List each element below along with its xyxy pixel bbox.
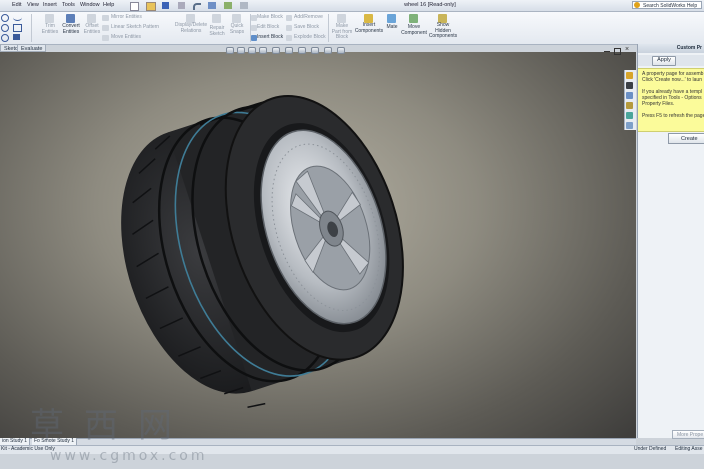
status-editing: Editing Asse <box>675 446 703 452</box>
custom-properties-panel: Custom Pr Apply A property page for asse… <box>637 44 704 439</box>
edit-block-button[interactable]: Edit Block <box>257 24 279 31</box>
previous-view-icon[interactable] <box>248 47 256 54</box>
ribbon-separator <box>31 14 32 42</box>
menu-help[interactable]: Help <box>103 1 114 10</box>
watermark-url: www.cgmox.com <box>50 448 208 464</box>
zoom-to-fit-icon[interactable] <box>226 47 234 54</box>
move-component-button[interactable]: Move Component <box>399 24 429 36</box>
linear-pattern-icon <box>102 25 109 31</box>
mirror-entities-icon <box>102 15 109 21</box>
undo-icon[interactable] <box>193 3 201 10</box>
help-search-icon <box>634 2 640 8</box>
resources-icon[interactable] <box>626 82 633 89</box>
menu-window[interactable]: Window <box>80 1 100 10</box>
tab-motion-study[interactable]: ion Study 1 <box>0 438 31 445</box>
task-pane-tabs <box>624 70 636 130</box>
add-remove-icon <box>286 15 292 21</box>
repair-sketch-icon <box>212 14 221 23</box>
offset-entities-button[interactable]: Offset Entities <box>80 23 104 35</box>
view-palette-icon[interactable] <box>626 112 633 119</box>
quick-snaps-icon <box>232 14 241 23</box>
note-line: Click 'Create now...' to laun <box>642 77 702 83</box>
insert-components-button[interactable]: Insert Components <box>353 22 385 34</box>
offset-entities-icon <box>87 14 96 23</box>
design-library-icon[interactable] <box>626 92 633 99</box>
open-folder-icon[interactable] <box>146 2 156 11</box>
linear-sketch-pattern-button[interactable]: Linear Sketch Pattern <box>111 24 159 31</box>
show-hidden-components-button[interactable]: Show Hidden Components <box>428 22 458 40</box>
mirror-entities-button[interactable]: Mirror Entities <box>111 14 142 21</box>
convert-entities-icon <box>66 14 75 23</box>
circle-icon[interactable] <box>1 14 9 22</box>
save-block-button[interactable]: Save Block <box>294 24 319 31</box>
hide-show-items-icon[interactable] <box>298 47 306 54</box>
print-icon[interactable] <box>178 2 185 9</box>
add-remove-button[interactable]: Add/Remove <box>294 14 323 21</box>
display-delete-relations-button[interactable]: Display/Delete Relations <box>174 22 208 34</box>
ellipse-icon[interactable] <box>1 34 9 42</box>
make-part-from-block-button[interactable]: Make Part from Block <box>329 23 355 41</box>
explode-block-button[interactable]: Explode Block <box>294 34 326 41</box>
zoom-area-icon[interactable] <box>237 47 245 54</box>
arc-icon[interactable] <box>1 24 9 32</box>
options-icon[interactable] <box>240 2 248 9</box>
menu-insert[interactable]: Insert <box>43 1 57 10</box>
trim-entities-icon <box>45 14 54 23</box>
wheel-model[interactable] <box>0 52 636 438</box>
info-note: A property page for assemb Click 'Create… <box>638 68 704 132</box>
select-icon[interactable] <box>208 2 216 9</box>
apply-scene-icon[interactable] <box>324 47 332 54</box>
quick-snaps-button[interactable]: Quick Snaps <box>226 23 248 35</box>
window-title: wheel 16 [Read-only] <box>404 2 456 8</box>
insert-block-button[interactable]: Insert Block <box>257 34 283 41</box>
display-style-icon[interactable] <box>285 47 293 54</box>
explode-block-icon <box>286 35 292 41</box>
rebuild-icon[interactable] <box>224 2 232 9</box>
make-block-button[interactable]: Make Block <box>257 14 283 21</box>
edit-appearance-icon[interactable] <box>311 47 319 54</box>
menu-view[interactable]: View <box>27 1 39 10</box>
save-block-icon <box>286 25 292 31</box>
polygon-icon[interactable] <box>13 24 22 32</box>
text-icon[interactable] <box>13 34 20 40</box>
tire <box>121 95 404 409</box>
file-explorer-icon[interactable] <box>626 102 633 109</box>
view-orientation-icon[interactable] <box>272 47 280 54</box>
view-settings-icon[interactable] <box>337 47 345 54</box>
tab-evaluate[interactable]: Evaluate <box>17 44 47 52</box>
make-part-icon <box>337 14 346 23</box>
minimize-icon[interactable] <box>604 51 610 53</box>
appearances-icon[interactable] <box>626 122 633 129</box>
panel-title: Custom Pr <box>638 44 704 53</box>
menu-tools[interactable]: Tools <box>62 1 75 10</box>
menu-edit[interactable]: Edit <box>12 1 21 10</box>
repair-sketch-button[interactable]: Repair Sketch <box>206 25 228 37</box>
graphics-area[interactable] <box>0 52 636 438</box>
create-now-button[interactable]: Create <box>668 133 704 144</box>
mate-icon <box>387 14 396 23</box>
section-view-icon[interactable] <box>259 47 267 54</box>
new-document-icon[interactable] <box>130 2 139 11</box>
save-icon[interactable] <box>162 2 169 9</box>
restore-icon[interactable] <box>614 48 621 55</box>
move-entities-button[interactable]: Move Entities <box>111 34 141 41</box>
move-component-icon <box>409 14 418 23</box>
apply-button[interactable]: Apply <box>652 56 676 66</box>
move-entities-icon <box>102 35 109 41</box>
status-under-defined: Under Defined <box>634 446 667 452</box>
spline-icon[interactable] <box>13 14 22 21</box>
home-icon[interactable] <box>626 72 633 79</box>
watermark-chinese: 草西网 <box>30 406 192 446</box>
note-line: Press F5 to refresh the page <box>642 113 704 119</box>
close-icon[interactable]: × <box>625 46 629 53</box>
help-search-input[interactable]: Search SolidWorks Help <box>632 1 702 9</box>
more-properties-button[interactable]: More Prope <box>672 430 704 439</box>
